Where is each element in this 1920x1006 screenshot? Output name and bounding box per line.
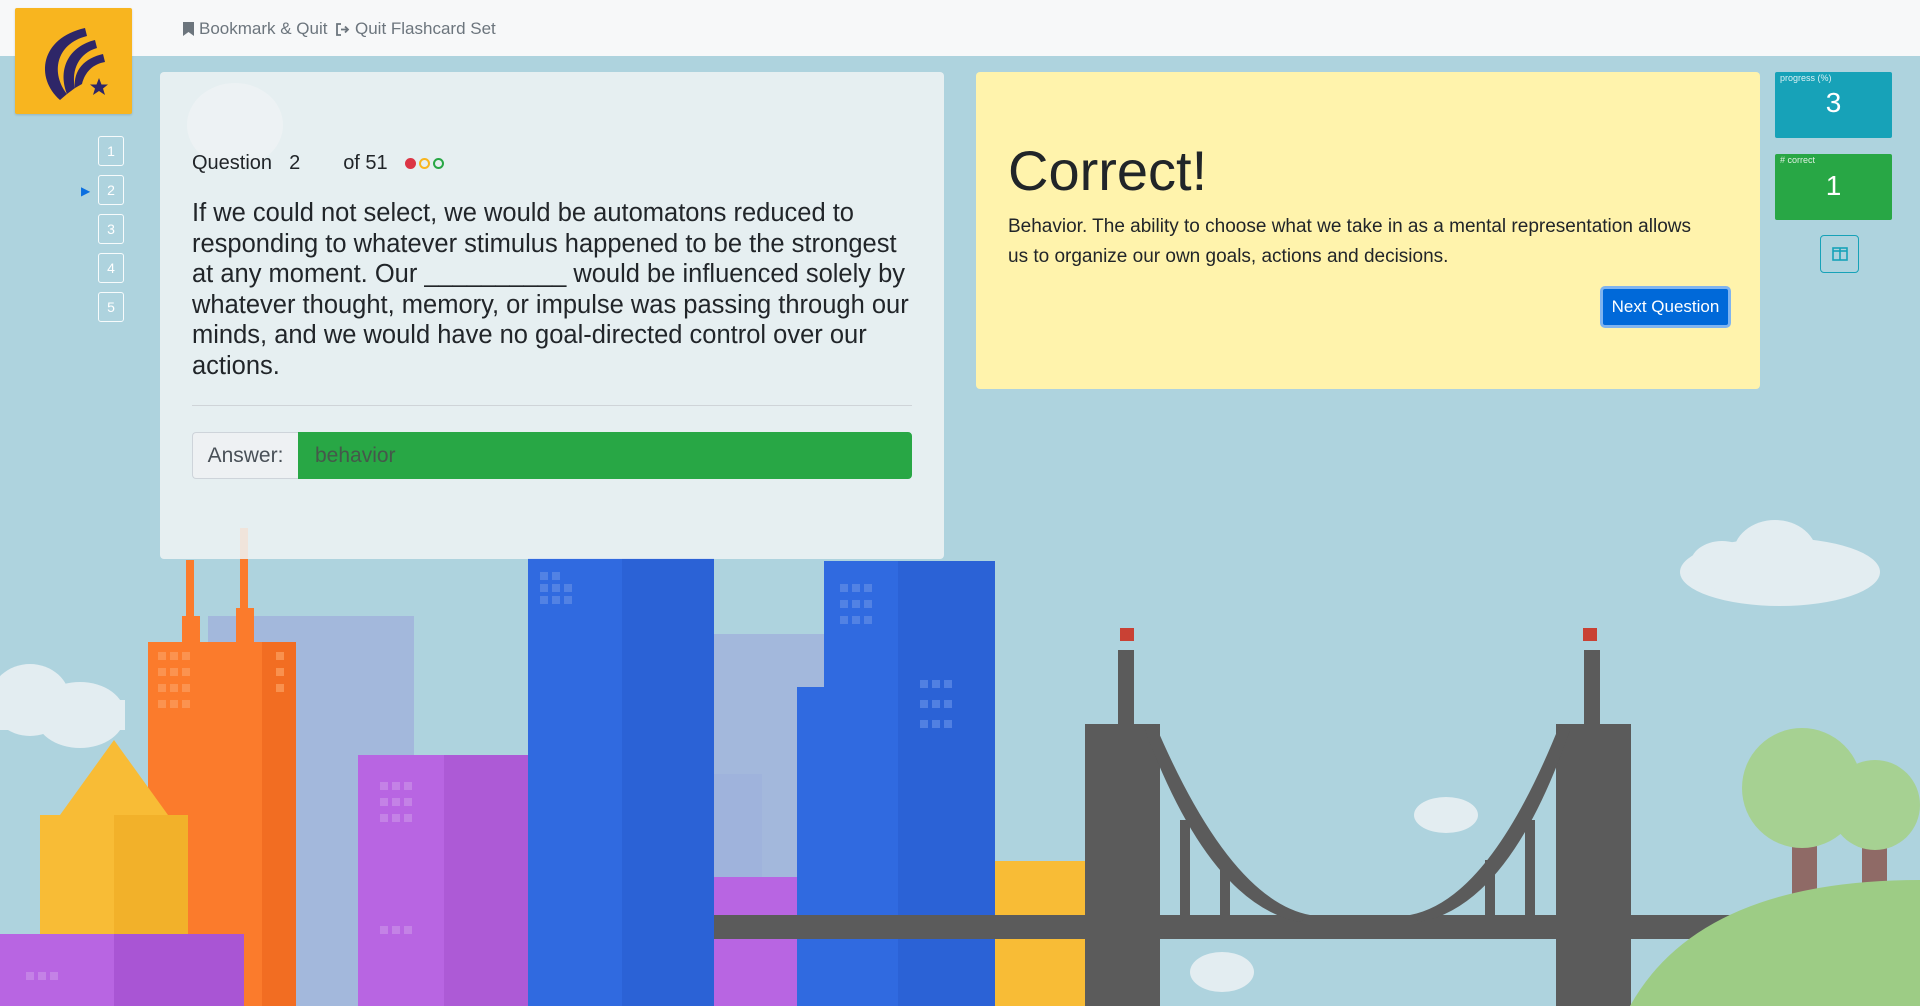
partial-circle-icon xyxy=(418,158,430,169)
logo-icon xyxy=(45,28,108,100)
question-label: Question xyxy=(192,152,273,174)
answer-input[interactable]: behavior xyxy=(298,432,912,479)
result-card: Correct! Behavior. The ability to choose… xyxy=(976,72,1760,389)
question-header: Question 2 of 51 xyxy=(192,152,444,175)
correct-circle-icon xyxy=(432,158,444,169)
columns-icon xyxy=(1831,247,1848,261)
question-nav-item-1[interactable]: 1 xyxy=(98,136,124,166)
correct-stat-value: 1 xyxy=(1825,170,1842,201)
progress-stat-label: progress (%) xyxy=(1780,73,1832,83)
question-nav-item-4[interactable]: 4 xyxy=(98,253,124,283)
question-nav-item-2[interactable]: 2 xyxy=(98,175,124,205)
answer-group: Answer: behavior xyxy=(192,432,912,479)
incorrect-check-icon xyxy=(404,158,416,169)
next-question-button[interactable]: Next Question xyxy=(1600,286,1731,328)
sign-out-icon xyxy=(336,22,350,36)
progress-stat: progress (%) 3 xyxy=(1775,72,1892,138)
question-text: If we could not select, we would be auto… xyxy=(192,199,909,380)
correct-stat-label: # correct xyxy=(1780,155,1816,165)
result-title: Correct! xyxy=(1008,139,1208,202)
answer-status-dots xyxy=(404,158,444,169)
bookmark-quit-label: Bookmark & Quit xyxy=(199,19,328,38)
question-card: Question 2 of 51 If we could not select,… xyxy=(160,72,944,559)
quit-flashcard-link[interactable]: Quit Flashcard Set xyxy=(336,19,496,39)
answer-label: Answer: xyxy=(192,432,298,479)
progress-stat-value: 3 xyxy=(1825,87,1842,118)
layout-toggle-button[interactable] xyxy=(1820,235,1859,273)
question-number: 2 xyxy=(289,152,301,174)
question-nav-item-3[interactable]: 3 xyxy=(98,214,124,244)
quit-flashcard-label: Quit Flashcard Set xyxy=(355,19,496,38)
app-logo[interactable] xyxy=(15,8,132,114)
divider xyxy=(192,405,912,406)
correct-stat: # correct 1 xyxy=(1775,154,1892,220)
current-question-arrow-icon: ▶ xyxy=(81,184,91,198)
question-nav-item-5[interactable]: 5 xyxy=(98,292,124,322)
result-explanation: Behavior. The ability to choose what we … xyxy=(1008,216,1691,267)
question-total: of 51 xyxy=(343,152,388,174)
bookmark-icon xyxy=(183,22,194,36)
bookmark-quit-link[interactable]: Bookmark & Quit xyxy=(183,19,328,39)
